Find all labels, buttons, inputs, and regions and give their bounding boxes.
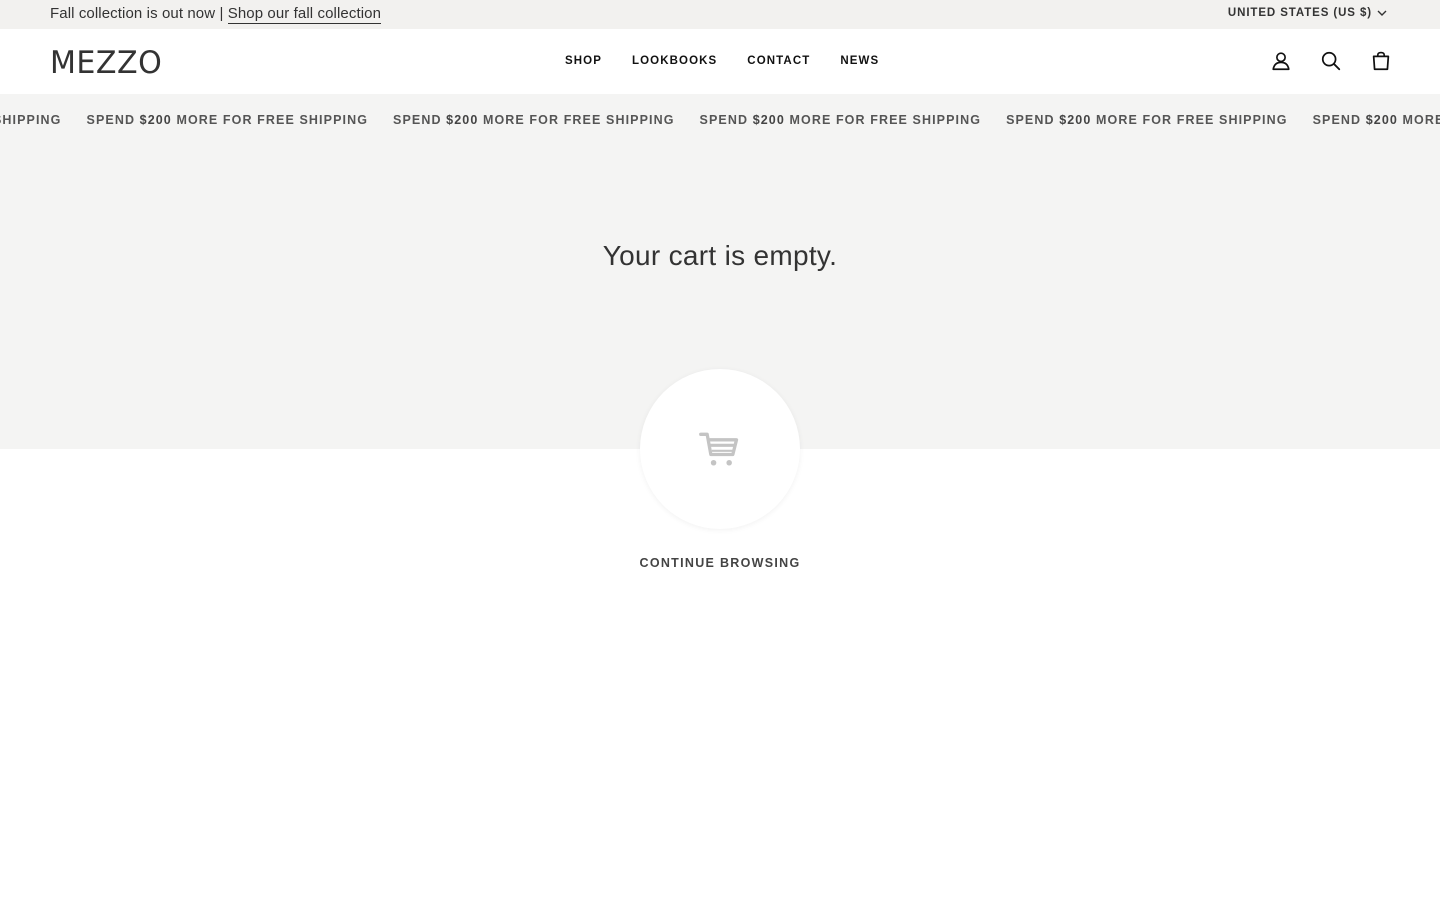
site-header: MEZZO SHOP LOOKBOOKS CONTACT NEWS <box>0 29 1440 94</box>
main-nav: SHOP LOOKBOOKS CONTACT NEWS <box>565 55 909 67</box>
shipping-message: SPEND $200 MORE FOR FREE SHIPPING <box>87 113 369 127</box>
account-icon <box>1272 52 1290 71</box>
fall-collection-link[interactable]: Shop our fall collection <box>227 5 382 24</box>
shipping-suffix: MORE FOR FREE SHIPPING <box>171 113 369 127</box>
shipping-prefix: SPEND <box>1312 113 1366 127</box>
continue-browsing-wrap: CONTINUE BROWSING <box>0 554 1440 572</box>
free-shipping-banner: SPEND $200 MORE FOR FREE SHIPPINGSPEND $… <box>0 94 1440 146</box>
shipping-prefix: SPEND <box>699 113 753 127</box>
announcement-bar: Fall collection is out now | Shop our fa… <box>0 0 1440 29</box>
header-icons <box>1270 49 1392 73</box>
nav-contact[interactable]: CONTACT <box>747 55 810 67</box>
shipping-message: SPEND $200 MORE FOR FREE SHIPPING <box>1006 113 1288 127</box>
shipping-message: SPEND $200 MORE FOR FREE SHIPPING <box>0 113 62 127</box>
country-label: UNITED STATES (US $) <box>1227 7 1372 19</box>
shipping-suffix: MORE FOR FREE SHIPPING <box>1402 113 1440 127</box>
nav-lookbooks[interactable]: LOOKBOOKS <box>632 55 717 67</box>
shipping-prefix: SPEND <box>1006 113 1060 127</box>
marquee-track: SPEND $200 MORE FOR FREE SHIPPINGSPEND $… <box>0 113 1440 127</box>
shipping-amount: $200 <box>752 113 785 127</box>
continue-browsing-button[interactable]: CONTINUE BROWSING <box>640 556 801 570</box>
shipping-suffix: MORE FOR FREE SHIPPING <box>1091 113 1288 127</box>
shipping-message: SPEND $200 MORE FOR FREE SHIPPING <box>393 113 675 127</box>
shipping-prefix: SPEND <box>393 113 447 127</box>
chevron-down-icon <box>1377 10 1387 16</box>
country-selector[interactable]: UNITED STATES (US $) <box>1228 7 1388 19</box>
shipping-suffix: MORE FOR FREE SHIPPING <box>478 113 675 127</box>
shipping-message: SPEND $200 MORE FOR FREE SHIPPING <box>1313 113 1440 127</box>
shipping-amount: $200 <box>1365 113 1398 127</box>
nav-news[interactable]: NEWS <box>840 55 879 67</box>
shipping-message: SPEND $200 MORE FOR FREE SHIPPING <box>700 113 982 127</box>
cart-button[interactable] <box>1370 49 1392 73</box>
shipping-suffix: MORE FOR FREE SHIPPING <box>0 113 62 127</box>
nav-shop[interactable]: SHOP <box>565 55 602 67</box>
search-icon <box>1321 51 1341 71</box>
announcement-message: Fall collection is out now | Shop our fa… <box>50 5 382 24</box>
announcement-text: Fall collection is out now | <box>50 5 228 22</box>
site-logo[interactable]: MEZZO <box>50 45 162 81</box>
shipping-amount: $200 <box>446 113 479 127</box>
empty-cart-badge <box>640 369 800 529</box>
cart-empty-heading: Your cart is empty. <box>602 240 838 271</box>
shopping-cart-icon <box>699 432 739 466</box>
shipping-amount: $200 <box>1059 113 1092 127</box>
shipping-prefix: SPEND <box>86 113 140 127</box>
bag-icon <box>1372 51 1390 71</box>
shipping-amount: $200 <box>139 113 172 127</box>
search-button[interactable] <box>1320 49 1342 73</box>
shipping-suffix: MORE FOR FREE SHIPPING <box>784 113 982 127</box>
account-button[interactable] <box>1270 49 1292 73</box>
